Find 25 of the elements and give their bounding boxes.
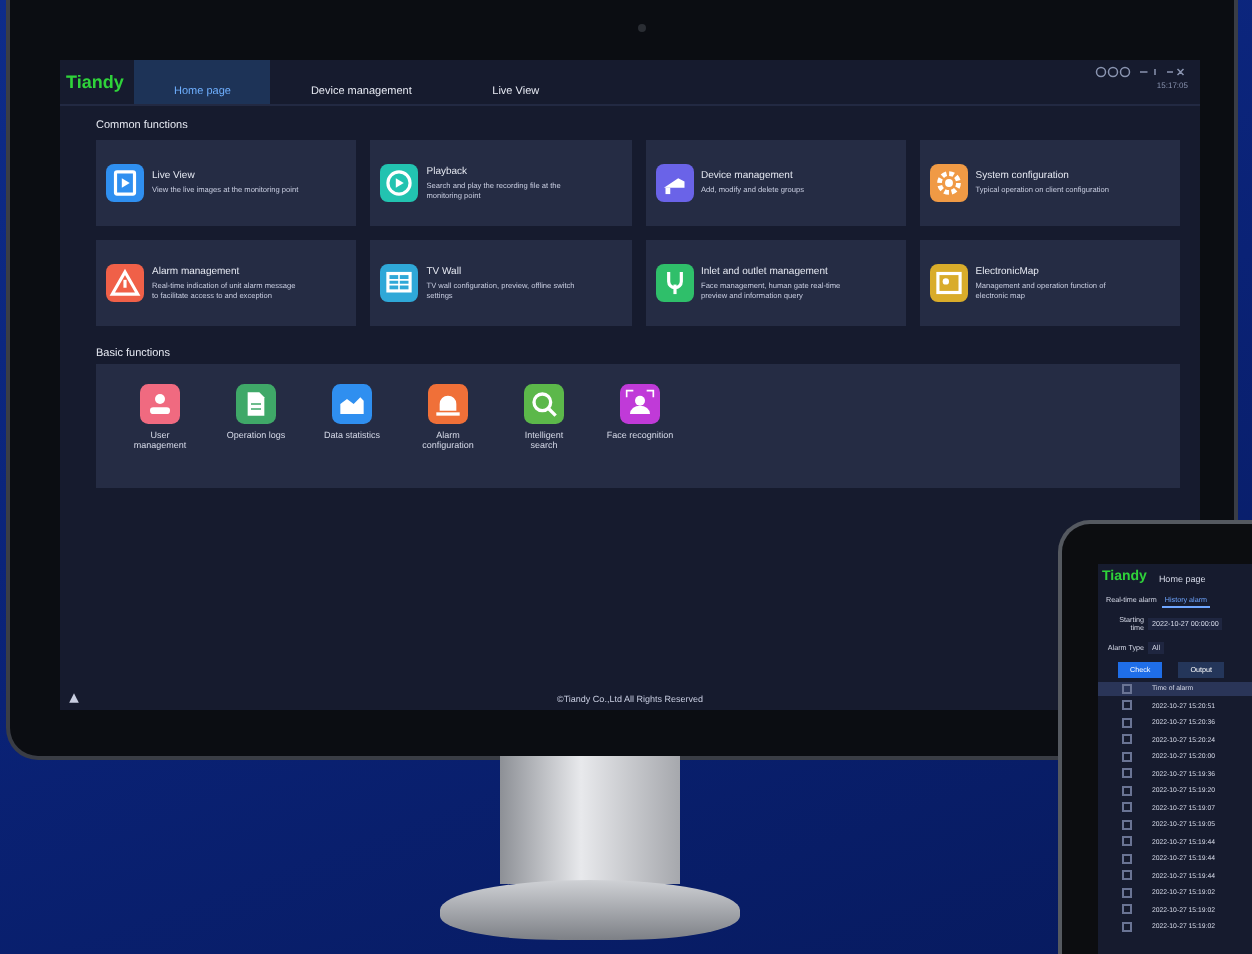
checkbox[interactable] — [1122, 700, 1132, 710]
checkbox[interactable] — [1122, 870, 1132, 880]
checkbox[interactable] — [1122, 853, 1132, 863]
function-icon[interactable] — [140, 384, 180, 424]
webcam-dot — [638, 24, 646, 32]
checkbox[interactable] — [1122, 768, 1132, 778]
function-icon[interactable] — [236, 384, 276, 424]
checkbox[interactable] — [1122, 921, 1132, 931]
function-icon[interactable] — [332, 384, 372, 424]
checkbox[interactable] — [1122, 785, 1132, 795]
function-icon[interactable] — [620, 384, 660, 424]
checkbox[interactable] — [1122, 717, 1132, 727]
checkbox[interactable] — [1122, 836, 1132, 846]
function-icon[interactable] — [428, 384, 468, 424]
checkbox[interactable] — [1122, 802, 1132, 812]
window-controls-icon[interactable] — [1092, 66, 1188, 78]
checkbox[interactable] — [1122, 683, 1132, 693]
logo: Tiandy — [66, 72, 126, 92]
warning-icon[interactable] — [68, 692, 80, 704]
checkbox[interactable] — [1122, 819, 1132, 829]
checkbox[interactable] — [1122, 887, 1132, 897]
checkbox[interactable] — [1122, 904, 1132, 914]
checkbox[interactable] — [1122, 734, 1132, 744]
checkbox[interactable] — [1122, 751, 1132, 761]
function-icon[interactable] — [524, 384, 564, 424]
